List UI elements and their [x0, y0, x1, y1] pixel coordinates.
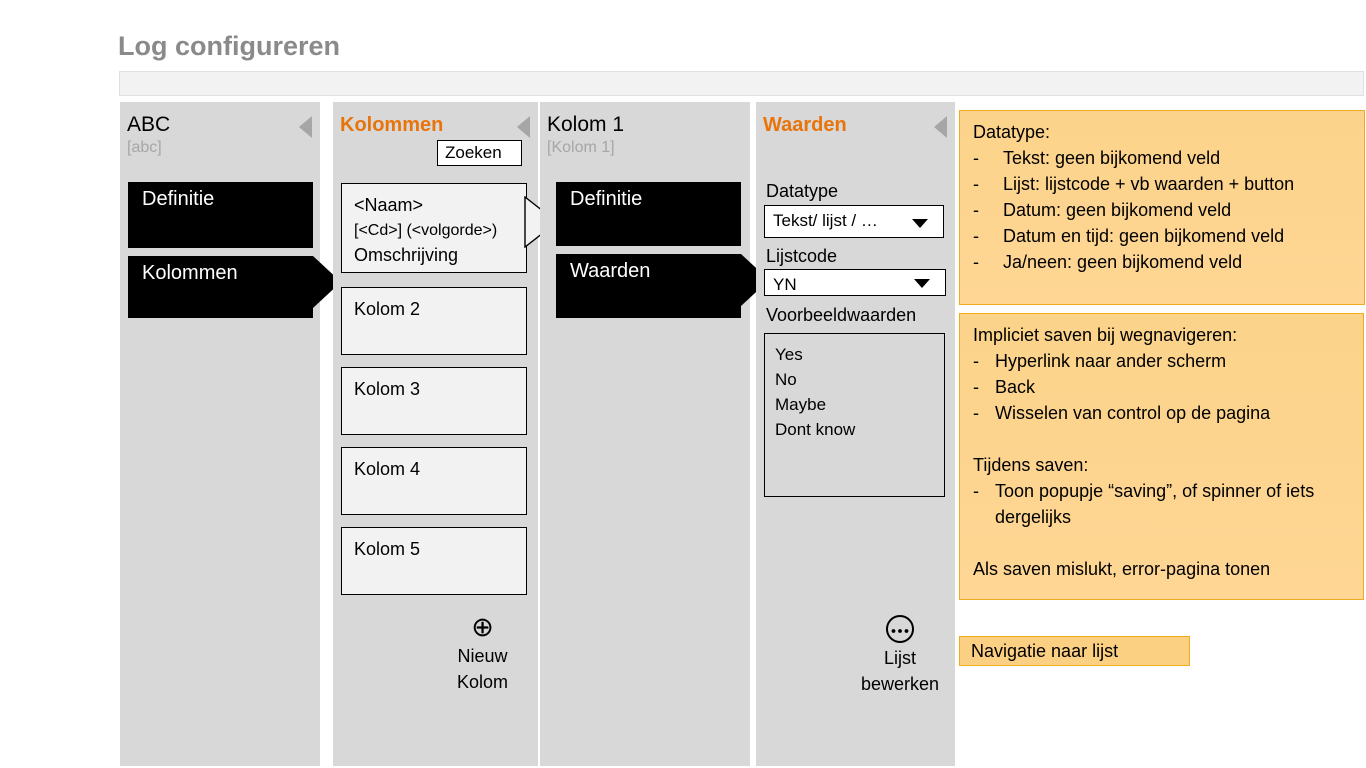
voorbeeldwaarden-list[interactable]: Yes No Maybe Dont know — [764, 333, 945, 497]
nav-button-waarden-kolom1[interactable]: Waarden — [556, 254, 769, 318]
note-item-text: Datum en tijd: geen bijkomend veld — [1003, 226, 1285, 246]
panel-abc-subtitle: [abc] — [127, 139, 162, 156]
panel-waarden-header: Waarden — [756, 102, 955, 138]
list-item-kolom-1[interactable]: <Naam> [<Cd>] (<volgorde>) Omschrijving — [341, 183, 527, 273]
card-name: <Naam> — [354, 195, 424, 215]
new-column-label-line2: Kolom — [456, 672, 509, 692]
list-item-kolom-4[interactable]: Kolom 4 — [341, 447, 527, 515]
note-list-item: - Toon popupje “saving”, of spinner of ie… — [973, 478, 1351, 530]
panel-abc-title: ABC — [127, 113, 171, 136]
note-list-item: - Ja/neen: geen bijkomend veld — [973, 249, 1352, 275]
note-item-text: Tekst: geen bijkomend veld — [1003, 148, 1221, 168]
list-item-kolom-5[interactable]: Kolom 5 — [341, 527, 527, 595]
note-spacer — [973, 426, 1351, 452]
panel-abc-header: ABC [abc] — [120, 102, 320, 158]
card-name: Kolom 4 — [354, 459, 421, 479]
nav-button-kolommen-abc[interactable]: Kolommen — [128, 256, 341, 318]
nav-button-label: Definitie — [142, 188, 215, 210]
list-item-kolom-2[interactable]: Kolom 2 — [341, 287, 527, 355]
panel-waarden-title: Waarden — [763, 114, 847, 136]
note-list-item: - Datum en tijd: geen bijkomend veld — [973, 223, 1352, 249]
panel-kolom1-header: Kolom 1 [Kolom 1] — [540, 102, 750, 158]
panel-kolom1-subtitle: [Kolom 1] — [547, 139, 615, 156]
chevron-down-icon — [914, 279, 930, 288]
list-item-kolom-3[interactable]: Kolom 3 — [341, 367, 527, 435]
card-description: Omschrijving — [354, 245, 459, 265]
lijstcode-value: YN — [773, 275, 797, 294]
note-list-item: - Hyperlink naar ander scherm — [973, 348, 1351, 374]
nav-button-label: Definitie — [570, 188, 643, 210]
note-heading: Datatype: — [973, 122, 1051, 142]
note-list-1: - Hyperlink naar ander scherm - Back - Wiss… — [973, 348, 1351, 426]
panel-kolommen-title: Kolommen — [340, 114, 444, 136]
note-heading-1: Impliciet saven bij wegnavigeren: — [973, 325, 1238, 345]
nav-button-definitie-kolom1[interactable]: Definitie — [556, 182, 741, 246]
dash-marker: - — [973, 148, 979, 168]
nav-button-label: Kolommen — [142, 262, 238, 284]
nav-button-label: Waarden — [570, 260, 651, 282]
dash-marker: - — [973, 403, 979, 423]
note-item-text: Lijst: lijstcode + vb waarden + button — [1003, 174, 1295, 194]
note-list-2: - Toon popupje “saving”, of spinner of ie… — [973, 478, 1351, 530]
datatype-select[interactable]: Tekst/ lijst / … — [764, 205, 944, 238]
voorbeeldwaarden-label: Voorbeeldwaarden — [766, 305, 917, 325]
note-list-item: - Back — [973, 374, 1351, 400]
dash-marker: - — [973, 377, 979, 397]
note-item-text: Toon popupje “saving”, of spinner of iet… — [995, 481, 1315, 527]
card-code: [<Cd>] (<volgorde>) — [354, 222, 498, 239]
lijstcode-label: Lijstcode — [766, 246, 838, 266]
triangle-left-icon[interactable] — [299, 116, 312, 138]
note-list-item: - Tekst: geen bijkomend veld — [973, 145, 1352, 171]
note-heading-2: Tijdens saven: — [973, 455, 1089, 475]
note-list: - Tekst: geen bijkomend veld - Lijst: lijs… — [973, 145, 1352, 275]
panel-kolom1-title: Kolom 1 — [547, 113, 625, 136]
datatype-value: Tekst/ lijst / … — [773, 211, 878, 230]
navigatie-naar-lijst-button[interactable]: Navigatie naar lijst — [959, 636, 1190, 666]
plus-circle-icon: ⊕ — [471, 612, 494, 642]
note-datatype: Datatype: - Tekst: geen bijkomend veld - L… — [959, 110, 1365, 305]
triangle-left-icon[interactable] — [517, 116, 530, 138]
note-item-text: Datum: geen bijkomend veld — [1003, 200, 1232, 220]
triangle-left-icon[interactable] — [934, 116, 947, 138]
edit-list-label-line1: Lijst — [883, 647, 916, 668]
dash-marker: - — [973, 174, 979, 194]
new-column-label-line1: Nieuw — [457, 646, 508, 666]
list-item: Dont know — [775, 420, 856, 439]
note-list-item: - Wisselen van control op de pagina — [973, 400, 1351, 426]
page-title: Log configureren — [118, 31, 340, 61]
card-name: Kolom 5 — [354, 539, 421, 559]
edit-list-button[interactable]: Lijst bewerken — [845, 612, 955, 697]
toolbar-strip — [119, 71, 1364, 96]
panel-kolommen-header: Kolommen — [333, 102, 538, 138]
edit-list-label-line2: bewerken — [860, 673, 940, 694]
note-item-text: Ja/neen: geen bijkomend veld — [1003, 252, 1243, 272]
nav-button-definitie-abc[interactable]: Definitie — [128, 182, 313, 248]
list-item: Maybe — [775, 395, 827, 414]
dash-marker: - — [973, 252, 979, 272]
dash-marker: - — [973, 481, 979, 501]
note-saving: Impliciet saven bij wegnavigeren: - Hyper… — [959, 313, 1364, 600]
new-column-button[interactable]: ⊕ Nieuw Kolom — [420, 612, 545, 695]
card-name: Kolom 3 — [354, 379, 421, 399]
note-footer: Als saven mislukt, error-pagina tonen — [973, 559, 1271, 579]
note-item-text: Back — [995, 377, 1036, 397]
note-list-item: - Lijst: lijstcode + vb waarden + button — [973, 171, 1352, 197]
note-item-text: Hyperlink naar ander scherm — [995, 351, 1227, 371]
datatype-label: Datatype — [766, 181, 839, 201]
search-input[interactable]: Zoeken — [437, 140, 522, 166]
note-list-item: - Datum: geen bijkomend veld — [973, 197, 1352, 223]
note-item-text: Wisselen van control op de pagina — [995, 403, 1271, 423]
dash-marker: - — [973, 200, 979, 220]
dash-marker: - — [973, 351, 979, 371]
list-item: No — [775, 370, 797, 389]
note-spacer — [973, 530, 1351, 556]
dash-marker: - — [973, 226, 979, 246]
lijstcode-select[interactable]: YN — [764, 269, 946, 296]
card-name: Kolom 2 — [354, 299, 421, 319]
ellipsis-circle-icon — [845, 612, 955, 644]
chevron-down-icon — [912, 219, 928, 228]
list-item: Yes — [775, 345, 803, 364]
